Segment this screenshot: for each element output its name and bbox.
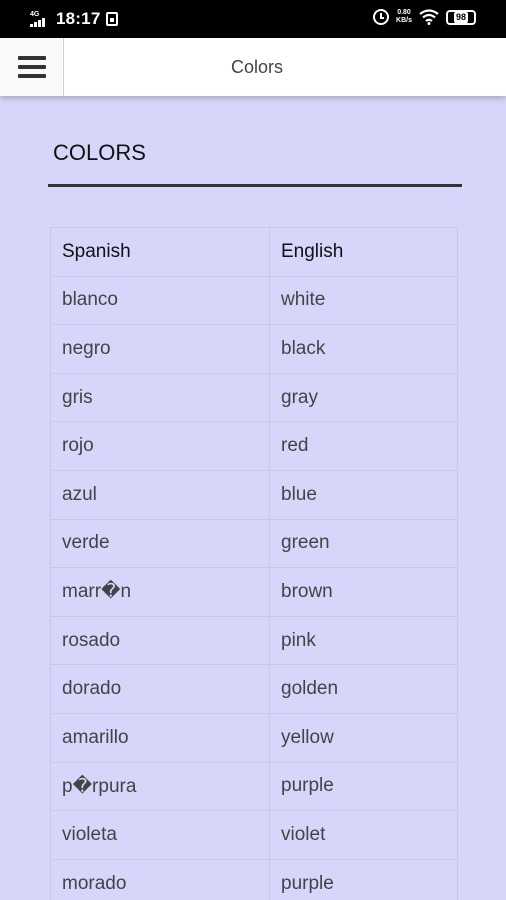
english-word: black bbox=[269, 324, 458, 374]
english-word: pink bbox=[269, 615, 458, 666]
spanish-word: azul bbox=[50, 469, 270, 520]
hamburger-menu-icon bbox=[17, 56, 46, 78]
network-speed-value: 0.80 bbox=[397, 9, 411, 16]
table-row: morado purple bbox=[50, 858, 458, 900]
english-word: blue bbox=[269, 469, 458, 520]
table-row: rojo red bbox=[50, 421, 458, 471]
english-word: purple bbox=[269, 761, 458, 812]
table-row: dorado golden bbox=[50, 664, 458, 714]
app-bar-title: Colors bbox=[230, 57, 283, 77]
network-type: 4G bbox=[30, 11, 40, 18]
status-bar: 4G 18:17 0.80 KB/s 98 bbox=[0, 0, 506, 38]
spanish-word: verde bbox=[50, 518, 270, 569]
table-row: p�rpura purple bbox=[50, 761, 458, 812]
table-row: amarillo yellow bbox=[50, 712, 458, 763]
table-row: rosado pink bbox=[50, 615, 458, 666]
table-row: blanco white bbox=[50, 275, 458, 326]
spanish-word: violeta bbox=[50, 810, 270, 860]
cellular-signal-icon: 4G bbox=[30, 11, 50, 27]
vocabulary-table: Spanish English blanco white negro black g… bbox=[50, 227, 458, 900]
spanish-word: marr�n bbox=[50, 567, 270, 617]
table-row: negro black bbox=[50, 324, 458, 374]
english-word: brown bbox=[269, 567, 458, 617]
english-word: violet bbox=[269, 810, 458, 860]
battery-level: 98 bbox=[453, 11, 468, 23]
spanish-word: blanco bbox=[50, 275, 270, 326]
table-header-row: Spanish English bbox=[50, 227, 458, 277]
table-row: azul blue bbox=[50, 469, 458, 520]
battery-icon: 98 bbox=[446, 9, 476, 25]
status-time: 18:17 bbox=[56, 9, 101, 28]
table-row: violeta violet bbox=[50, 810, 458, 860]
alarm-icon bbox=[373, 9, 390, 25]
spanish-word: p�rpura bbox=[50, 761, 270, 812]
column-header-spanish: Spanish bbox=[50, 227, 270, 277]
network-speed-unit: KB/s bbox=[396, 17, 412, 24]
spanish-word: dorado bbox=[50, 664, 270, 714]
spanish-word: negro bbox=[50, 324, 270, 374]
spanish-word: amarillo bbox=[50, 712, 270, 763]
app-bar: Colors bbox=[0, 38, 506, 96]
spanish-word: gris bbox=[50, 372, 270, 423]
menu-button[interactable] bbox=[0, 38, 64, 96]
heading-divider bbox=[48, 184, 462, 187]
sim-card-icon bbox=[106, 12, 119, 26]
spanish-word: rojo bbox=[50, 421, 270, 471]
table-row: verde green bbox=[50, 518, 458, 569]
english-word: golden bbox=[269, 664, 458, 714]
wifi-icon bbox=[419, 9, 439, 25]
english-word: gray bbox=[269, 372, 458, 423]
spanish-word: rosado bbox=[50, 615, 270, 666]
english-word: white bbox=[269, 275, 458, 326]
english-word: yellow bbox=[269, 712, 458, 763]
english-word: green bbox=[269, 518, 458, 569]
english-word: purple bbox=[269, 858, 458, 900]
table-row: gris gray bbox=[50, 372, 458, 423]
table-row: marr�n brown bbox=[50, 567, 458, 617]
network-speed: 0.80 KB/s bbox=[396, 9, 412, 25]
english-word: red bbox=[269, 421, 458, 471]
column-header-english: English bbox=[269, 227, 458, 277]
spanish-word: morado bbox=[50, 858, 270, 900]
page-heading: COLORS bbox=[53, 140, 146, 165]
